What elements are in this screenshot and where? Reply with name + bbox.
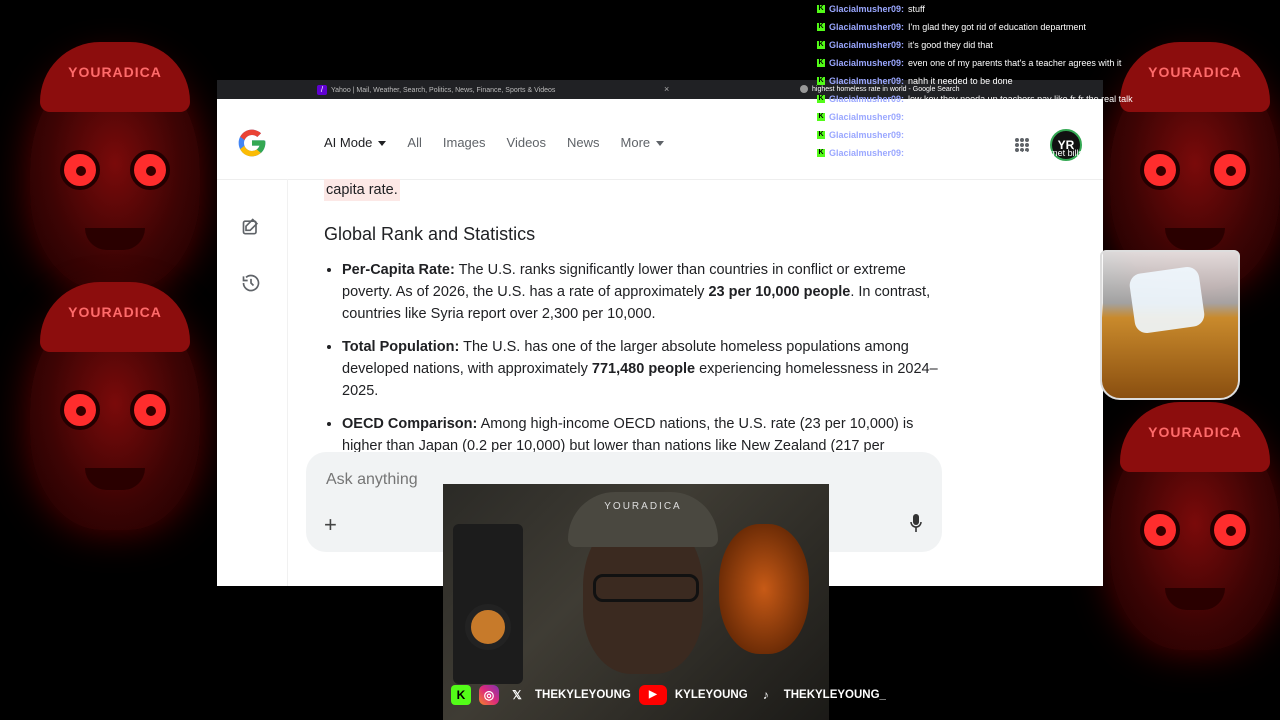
chat-message: K Glacialmusher09: stuff [817,4,925,14]
background-mascot-face: YOURADICA [30,42,200,290]
x-icon: 𝕏 [512,688,522,702]
tab-yahoo[interactable]: / Yahoo | Mail, Weather, Search, Politic… [317,83,555,97]
section-heading: Global Rank and Statistics [324,224,536,244]
kick-icon: K [817,95,825,103]
chevron-down-icon [656,141,665,147]
kick-icon: K [817,59,825,67]
mascot-cap: YOURADICA [40,282,190,352]
tab-more[interactable]: More [621,135,665,150]
whiskey-glass-image [1100,250,1240,400]
chat-message: K Glacialmusher09: I'm glad they got rid o… [817,22,1086,32]
tab-ai-mode[interactable]: AI Mode [324,135,387,150]
speaker-image [453,524,523,684]
youtube-icon: ▶ [638,685,667,705]
chat-message: K Glacialmusher09: starting pay in Missour… [817,130,1040,140]
background-mascot-face: YOURADICA [1110,402,1280,650]
tab-videos[interactable]: Videos [507,135,547,150]
highlighted-text: capita rate. [324,179,400,201]
chat-message: K Glacialmusher09: even one of my parents … [817,58,1122,68]
close-icon[interactable]: × [664,84,669,94]
x-handle: THEKYLEYOUNG [535,689,631,701]
tab-news[interactable]: News [567,135,600,150]
social-links: K ◎ 𝕏 THEKYLEYOUNG ▶ KYLEYOUNG ♪ THEKYLE… [451,684,886,706]
chat-message: K Glacialmusher09: with kids and subscript… [817,148,1084,158]
tab-all[interactable]: All [407,135,421,150]
tab-images[interactable]: Images [443,135,486,150]
plus-icon[interactable]: + [324,512,337,538]
google-icon [800,85,808,93]
kick-icon: K [817,113,825,121]
chevron-down-icon [378,141,387,147]
new-chat-icon[interactable] [241,217,261,237]
kick-icon: K [817,23,825,31]
background-mascot-face: YOURADICA [30,282,200,530]
kick-icon: K [451,685,471,705]
tab-title: Yahoo | Mail, Weather, Search, Politics,… [331,86,556,94]
chat-message: K Glacialmusher09: the education departmen… [817,112,1104,122]
list-item: OECD Comparison: Among high-income OECD … [342,413,947,457]
chat-message: K Glacialmusher09: low key they needa up t… [817,94,1133,104]
kick-icon: K [817,131,825,139]
kick-icon: K [817,41,825,49]
search-tabs: AI Mode All Images Videos News More [324,135,665,150]
tiktok-handle: THEKYLEYOUNG_ [783,689,886,701]
chat-message: K Glacialmusher09: it's good they did that [817,40,993,50]
chat-message: K Glacialmusher09: nahh it needed to be do… [817,76,1013,86]
sidebar [217,179,288,586]
mascot-cap: YOURADICA [40,42,190,112]
mask-image [719,524,809,654]
kick-icon: K [817,77,825,85]
kick-icon: K [817,5,825,13]
history-icon[interactable] [241,273,261,293]
microphone-icon[interactable] [910,514,922,532]
google-icon[interactable] [236,127,268,159]
list-item: Total Population: The U.S. has one of th… [342,336,947,402]
yahoo-icon: / [317,85,327,95]
kick-icon: K [817,149,825,157]
streamer-cap: YOURADICA [568,492,718,547]
list-item: Per-Capita Rate: The U.S. ranks signific… [342,259,947,325]
tiktok-icon: ♪ [762,688,769,702]
youtube-handle: KYLEYOUNG [674,689,748,701]
mascot-cap: YOURADICA [1120,402,1270,472]
instagram-icon: ◎ [479,685,499,705]
facts-list: Per-Capita Rate: The U.S. ranks signific… [324,259,947,468]
chat-overlay: K Glacialmusher09: stuff K Glacialmusher09:… [817,0,1277,162]
